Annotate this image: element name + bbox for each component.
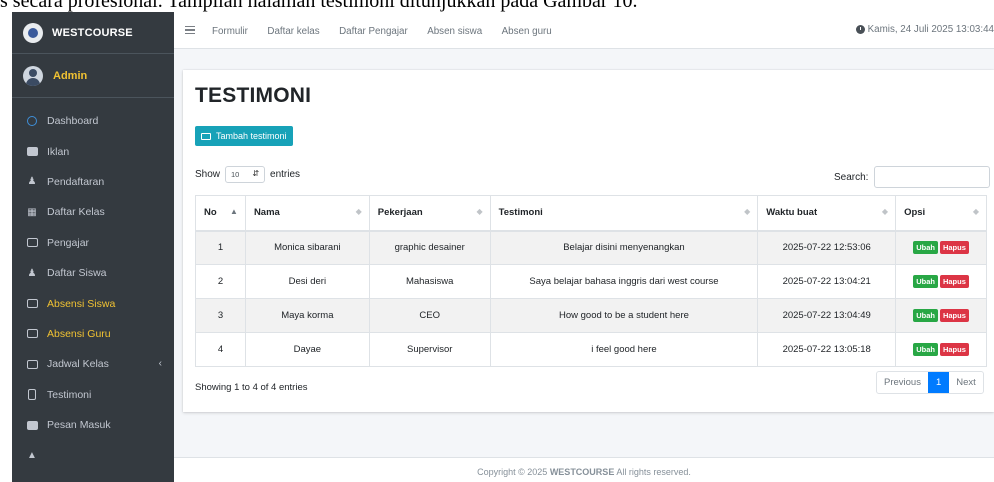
table-search: Search: — [834, 166, 991, 188]
sidebar-item-pesan-masuk[interactable]: Pesan Masuk — [12, 410, 174, 440]
table-row: 1 Monica sibarani graphic desainer Belaj… — [195, 230, 987, 265]
avatar — [23, 65, 43, 86]
chevron-left-icon: ‹ — [158, 358, 162, 370]
column-header-testimoni[interactable]: Testimoni ◆ — [489, 195, 759, 232]
users-group-icon: ♟ — [27, 267, 37, 279]
sort-icon: ◆ — [972, 207, 979, 216]
image-icon — [26, 146, 38, 158]
presentation-icon — [26, 237, 38, 249]
inbox-icon — [26, 419, 38, 431]
table-info: Showing 1 to 4 of 4 entries — [195, 382, 308, 393]
sidebar-item-testimoni[interactable]: Testimoni — [12, 380, 174, 410]
edit-button[interactable]: Ubah — [913, 309, 938, 322]
edit-button[interactable]: Ubah — [913, 241, 938, 255]
user-name: Admin — [53, 69, 88, 82]
sidebar-item-daftar-kelas[interactable]: ▦ Daftar Kelas — [12, 197, 174, 227]
sidebar-item-iklan[interactable]: Iklan — [12, 136, 174, 166]
add-testimoni-button[interactable]: Tambah testimoni — [195, 126, 293, 146]
sidebar-item-pendaftaran[interactable]: ♟ Pendaftaran — [12, 167, 174, 197]
top-nav-links: Formulir Daftar kelas Daftar Pengajar Ab… — [212, 21, 567, 39]
sort-asc-icon: ▲ — [230, 207, 238, 216]
list-icon — [26, 298, 38, 310]
table-row: 4 Dayae Supervisor i feel good here 2025… — [195, 332, 987, 367]
nav-link-absen-guru[interactable]: Absen guru — [502, 26, 552, 37]
datetime-display: Kamis, 24 Juli 2025 13:03:44 — [855, 24, 994, 35]
user-panel[interactable]: Admin — [12, 54, 174, 98]
add-icon — [201, 132, 211, 140]
table-row: 2 Desi deri Mahasiswa Saya belajar bahas… — [195, 264, 987, 299]
top-navbar: Formulir Daftar kelas Daftar Pengajar Ab… — [174, 12, 994, 49]
search-input[interactable] — [874, 166, 991, 188]
table-header-row: No ▲ Nama ◆ Pekerjaan ◆ Testimoni ◆ Waktu bu… — [195, 195, 987, 232]
pagination: Previous 1 Next — [876, 371, 984, 394]
footer: Copyright © 2025 WESTCOURSE All rights r… — [174, 457, 994, 482]
sidebar-item-dashboard[interactable]: Dashboard — [12, 106, 174, 136]
brand-logo-icon — [23, 22, 43, 43]
delete-button[interactable]: Hapus — [939, 241, 969, 255]
delete-button[interactable]: Hapus — [939, 309, 969, 322]
nav-link-absen-siswa[interactable]: Absen siswa — [427, 26, 482, 37]
next-page-button[interactable]: Next — [949, 372, 983, 393]
column-header-pekerjaan[interactable]: Pekerjaan ◆ — [368, 195, 491, 232]
comment-icon — [26, 389, 38, 401]
delete-button[interactable]: Hapus — [939, 343, 969, 356]
cap-icon: ▲ — [27, 449, 37, 461]
clock-icon — [855, 25, 865, 34]
nav-link-daftar-pengajar[interactable]: Daftar Pengajar — [339, 26, 408, 37]
brand-name: WESTCOURSE — [52, 26, 133, 39]
select-arrows-icon: ⇵ — [252, 169, 260, 178]
brand[interactable]: WESTCOURSE — [12, 12, 174, 54]
previous-page-button[interactable]: Previous — [877, 372, 928, 393]
table-row: 3 Maya korma CEO How good to be a studen… — [195, 298, 987, 333]
sidebar-item-daftar-siswa[interactable]: ♟ Daftar Siswa — [12, 258, 174, 288]
delete-button[interactable]: Hapus — [939, 275, 969, 288]
sort-icon: ◆ — [476, 207, 483, 216]
sort-icon: ◆ — [355, 207, 362, 216]
footer-brand: WESTCOURSE — [549, 467, 615, 477]
users-icon: ♟ — [27, 176, 37, 188]
column-header-no[interactable]: No ▲ — [195, 195, 246, 232]
dashboard-icon — [26, 115, 38, 127]
sidebar-item-absensi-siswa[interactable]: Absensi Siswa — [12, 288, 174, 318]
column-header-opsi[interactable]: Opsi ◆ — [895, 195, 987, 232]
sidebar: WESTCOURSE Admin Dashboard Iklan ♟ Penda… — [12, 12, 174, 482]
document-caption: s secara profesional. Tampilan halaman t… — [0, 0, 994, 12]
sort-icon: ◆ — [881, 207, 889, 216]
sidebar-item-pengajar[interactable]: Pengajar — [12, 228, 174, 258]
page-title: TESTIMONI — [195, 84, 312, 107]
edit-button[interactable]: Ubah — [913, 343, 938, 356]
sort-icon: ◆ — [744, 207, 751, 216]
nav-link-daftar-kelas[interactable]: Daftar kelas — [267, 26, 319, 37]
column-header-waktu-buat[interactable]: Waktu buat ◆ — [757, 195, 897, 232]
testimoni-table: No ▲ Nama ◆ Pekerjaan ◆ Testimoni ◆ Waktu bu… — [195, 195, 987, 367]
sidebar-item-jadwal-kelas[interactable]: Jadwal Kelas ‹ — [12, 349, 174, 379]
nav-link-formulir[interactable]: Formulir — [212, 26, 248, 37]
building-icon: ▦ — [27, 206, 37, 218]
current-page-button[interactable]: 1 — [927, 372, 950, 393]
column-header-nama[interactable]: Nama ◆ — [244, 195, 370, 232]
sidebar-item-cut-off[interactable]: ▲ — [12, 440, 174, 470]
list-icon — [26, 328, 38, 340]
sidebar-nav: Dashboard Iklan ♟ Pendaftaran ▦ Daftar K… — [12, 98, 174, 471]
sidebar-item-absensi-guru[interactable]: Absensi Guru — [12, 319, 174, 349]
entries-length-control: Show 10 ⇵ entries — [195, 166, 300, 183]
hamburger-menu-icon[interactable] — [185, 24, 195, 37]
calendar-icon — [26, 358, 38, 370]
edit-button[interactable]: Ubah — [913, 275, 938, 288]
entries-per-page-select[interactable]: 10 ⇵ — [225, 166, 266, 183]
